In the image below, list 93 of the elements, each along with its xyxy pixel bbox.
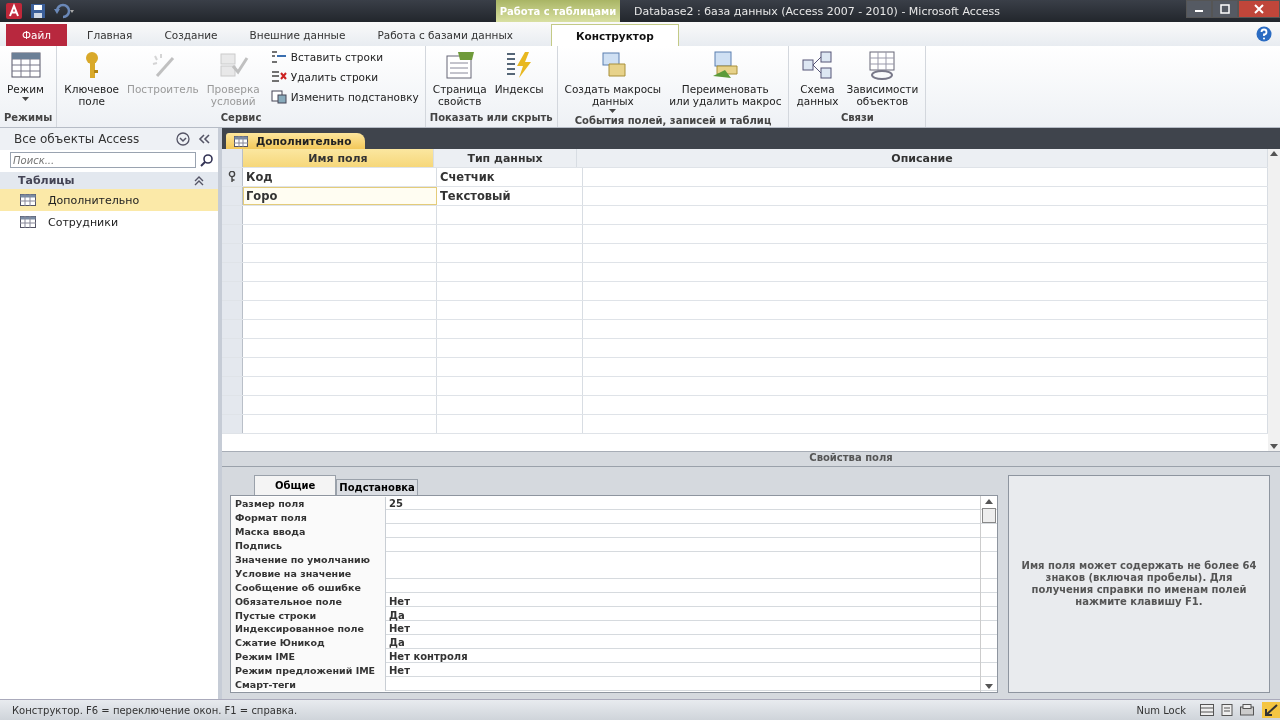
section-title: Свойства поля [809, 452, 893, 463]
status-text: Конструктор. F6 = переключение окон. F1 = справка. [12, 704, 298, 716]
property-value[interactable]: 25 [386, 497, 980, 511]
ribbon-button[interactable]: Режим [4, 48, 47, 112]
property-label: Условие на значение [231, 566, 386, 581]
diagram-icon [801, 50, 834, 80]
property-value[interactable]: Нет [386, 622, 980, 636]
ribbon-button[interactable]: Изменить подстановку [268, 88, 421, 106]
table-icon [20, 216, 36, 228]
column-header[interactable]: Тип данных [434, 149, 577, 167]
down-arrow-icon[interactable] [985, 684, 993, 689]
ribbon-group-label: Режимы [4, 112, 53, 125]
context-tab-header: Работа с таблицами [496, 0, 620, 22]
ribbon-group-label: Связи [839, 112, 875, 125]
scrollbar[interactable] [1268, 149, 1280, 451]
minimize-button[interactable] [1186, 0, 1212, 18]
scroll-thumb[interactable] [982, 508, 996, 523]
caret-icon [609, 109, 617, 113]
ribbon-button[interactable]: Схема данных [793, 48, 842, 112]
ribbon-button[interactable]: Вставить строки [268, 48, 421, 66]
property-value[interactable]: Нет [386, 663, 980, 678]
search-field[interactable]: Поиск... [10, 152, 196, 168]
property-label: Пустые строки [231, 608, 386, 622]
ribbon-button[interactable]: Индексы [491, 48, 547, 112]
help-icon[interactable] [1256, 26, 1272, 42]
up-arrow-icon[interactable] [1270, 151, 1278, 156]
ribbon-button[interactable]: Страница свойств [429, 48, 490, 112]
up-arrow-icon[interactable] [985, 499, 993, 504]
help-text: Имя поля может содержать не более 64 знаков (включая пробелы). Для получения справки по именам полей нажмите клавишу F1. [1020, 560, 1258, 608]
column-header[interactable]: Имя поля [243, 149, 434, 167]
field-name-cell[interactable]: Горо [243, 187, 437, 205]
property-value[interactable]: Да [386, 608, 980, 622]
property-value[interactable]: Да [386, 635, 980, 650]
nav-item[interactable]: Дополнительно [0, 189, 218, 211]
collapse-icon[interactable] [194, 175, 204, 186]
dropdown-icon[interactable] [176, 132, 190, 146]
insert-rows-icon [270, 50, 287, 64]
ribbon-tab[interactable]: Работа с базами данных [361, 24, 529, 46]
delete-rows-icon [270, 70, 287, 84]
nav-item[interactable]: Сотрудники [0, 211, 218, 233]
ribbon-button[interactable]: Ключевое поле [61, 48, 123, 112]
maximize-icon [1220, 4, 1230, 14]
property-label: Размер поля [231, 497, 386, 511]
search-icon[interactable] [200, 153, 214, 167]
checkmark-icon [217, 50, 250, 80]
property-label: Индексированное поле [231, 622, 386, 636]
ribbon-tab[interactable]: Конструктор [551, 24, 679, 46]
ribbon-button[interactable]: Удалить строки [268, 68, 421, 86]
property-label: Сообщение об ошибке [231, 580, 386, 595]
close-icon [1254, 4, 1264, 14]
num-lock-indicator: Num Lock [1136, 704, 1186, 716]
window-title: Database2 : база данных (Access 2007 - 2010) - Microsoft Access [634, 4, 1002, 18]
view-icon[interactable] [1240, 704, 1254, 716]
table-icon [234, 135, 248, 147]
down-arrow-icon[interactable] [1270, 444, 1278, 449]
field-name-cell[interactable]: Код [243, 168, 437, 186]
properties-tab[interactable]: Подстановка [336, 479, 418, 495]
table-icon [9, 50, 42, 80]
data-type-cell[interactable]: Текстовый [437, 187, 583, 205]
data-type-cell[interactable]: Счетчик [437, 168, 583, 186]
maximize-button[interactable] [1212, 0, 1238, 18]
app-icon[interactable] [6, 3, 22, 19]
undo-icon[interactable] [54, 3, 76, 19]
nav-pane-title: Все объекты Access [14, 132, 141, 146]
document-tab[interactable]: Дополнительно [226, 133, 366, 149]
table-icon [20, 194, 36, 206]
row-selector[interactable] [222, 168, 243, 186]
property-sheet-icon [443, 50, 476, 80]
ribbon-group-label: Сервис [219, 112, 263, 125]
ribbon-tab[interactable]: Файл [6, 24, 67, 46]
property-value[interactable]: Нет контроля [386, 649, 980, 664]
view-icon[interactable] [1200, 704, 1214, 716]
scrollbar[interactable] [980, 496, 997, 692]
caret-icon [22, 97, 29, 101]
property-label: Обязательное поле [231, 594, 386, 609]
ribbon-tab[interactable]: Создание [148, 24, 234, 46]
ribbon-button[interactable]: Переименовать или удалить макрос [666, 48, 785, 115]
ribbon-tab[interactable]: Внешние данные [233, 24, 362, 46]
nav-group-title[interactable]: Таблицы [18, 174, 75, 187]
key-icon [228, 171, 236, 183]
view-icon[interactable] [1220, 704, 1234, 716]
close-button[interactable] [1238, 0, 1280, 18]
collapse-icon[interactable] [198, 134, 210, 144]
property-value[interactable]: Нет [386, 594, 980, 609]
properties-tab[interactable]: Общие [254, 475, 337, 495]
ribbon-button[interactable]: Создать макросы данных [561, 48, 665, 115]
ribbon-group-label: События полей, записей и таблиц [573, 115, 773, 127]
ribbon-button[interactable]: Зависимости объектов [843, 48, 922, 112]
ribbon-group-label: Показать или скрыть [429, 112, 553, 125]
design-view-icon[interactable] [1262, 702, 1280, 718]
save-icon[interactable] [30, 3, 46, 19]
lookup-icon [270, 90, 287, 104]
ribbon-tab[interactable]: Главная [71, 24, 149, 46]
